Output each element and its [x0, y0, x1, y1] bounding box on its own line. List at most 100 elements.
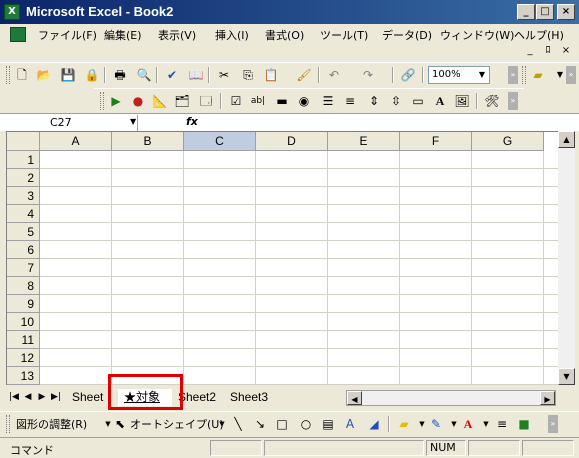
scroll-down-button[interactable]: ▼: [558, 368, 575, 385]
toolbar-options-button[interactable]: »: [566, 66, 576, 84]
formula-input[interactable]: [206, 115, 576, 131]
button-control-icon[interactable]: ▬: [274, 93, 290, 109]
insert-function-icon[interactable]: fx: [186, 115, 202, 128]
excel-app-icon[interactable]: X: [4, 4, 20, 20]
format-painter-icon[interactable]: 🖌: [296, 67, 312, 83]
next-sheet-icon[interactable]: ▶: [36, 390, 48, 404]
toolbar-grip[interactable]: [100, 92, 104, 110]
scroll-left-button[interactable]: ◀: [347, 391, 362, 405]
spelling-icon[interactable]: ✔: [164, 67, 180, 83]
menu-edit[interactable]: 編集(E): [104, 27, 142, 43]
column-header-f[interactable]: F: [400, 132, 472, 151]
chevron-down-icon[interactable]: ▼: [214, 416, 230, 432]
menu-insert[interactable]: 挿入(I): [215, 27, 249, 43]
sheet-tab[interactable]: Sheet: [66, 389, 112, 406]
combobox-control-icon[interactable]: ≡: [342, 93, 358, 109]
shadow-icon[interactable]: ■: [516, 416, 532, 432]
toolbar-options-button[interactable]: »: [508, 66, 518, 84]
new-icon[interactable]: 🗋: [14, 67, 30, 83]
select-all-corner[interactable]: [7, 132, 40, 151]
textbox-icon[interactable]: ▤: [320, 416, 336, 432]
fill-color-icon[interactable]: ▰: [530, 67, 546, 83]
line-style-icon[interactable]: ≡: [494, 416, 510, 432]
row-header-12[interactable]: 12: [7, 349, 40, 367]
arrow-icon[interactable]: ↘: [252, 416, 268, 432]
row-header-13[interactable]: 13: [7, 367, 40, 385]
print-preview-icon[interactable]: 🔍: [136, 67, 152, 83]
toggle-button-icon[interactable]: ⇕: [366, 93, 382, 109]
toolbar-grip[interactable]: [6, 415, 10, 433]
chevron-down-icon[interactable]: ▼: [478, 416, 494, 432]
column-header-c[interactable]: C: [184, 132, 256, 151]
hyperlink-icon[interactable]: 🔗: [400, 67, 416, 83]
toolbar-grip[interactable]: [522, 66, 526, 84]
chevron-down-icon[interactable]: ▼: [474, 67, 490, 83]
row-header-7[interactable]: 7: [7, 259, 40, 277]
menu-window[interactable]: ウィンドウ(W): [440, 27, 514, 43]
open-icon[interactable]: 📂: [36, 67, 52, 83]
row-header-4[interactable]: 4: [7, 205, 40, 223]
chevron-down-icon[interactable]: ▼: [130, 117, 136, 126]
textbox-control-icon[interactable]: ab|: [250, 93, 266, 109]
first-sheet-icon[interactable]: |◀: [8, 390, 20, 404]
row-header-10[interactable]: 10: [7, 313, 40, 331]
doc-close-button[interactable]: ×: [558, 44, 574, 59]
save-icon[interactable]: 💾: [60, 67, 76, 83]
more-controls-icon[interactable]: 🛠: [484, 93, 500, 109]
record-icon[interactable]: ●: [130, 93, 146, 109]
draw-menu-button[interactable]: 図形の調整(R): [16, 416, 87, 432]
menu-tools[interactable]: ツール(T): [320, 27, 368, 43]
checkbox-control-icon[interactable]: ☑: [228, 93, 244, 109]
menu-view[interactable]: 表示(V): [158, 27, 196, 43]
properties-icon[interactable]: 🗂: [174, 93, 190, 109]
view-code-icon[interactable]: 🗔: [198, 93, 214, 109]
scrollbar-control-icon[interactable]: ▭: [410, 93, 426, 109]
research-icon[interactable]: 📖: [188, 67, 204, 83]
menu-format[interactable]: 書式(O): [265, 27, 304, 43]
diagram-icon[interactable]: ◢: [366, 416, 382, 432]
column-header-b[interactable]: B: [112, 132, 184, 151]
fill-color-icon[interactable]: ▰: [396, 416, 412, 432]
horizontal-scrollbar[interactable]: ◀ ▶: [346, 390, 556, 406]
column-header-g[interactable]: G: [472, 132, 544, 151]
doc-restore-button[interactable]: ﾛ: [540, 44, 556, 59]
row-header-9[interactable]: 9: [7, 295, 40, 313]
spin-button-icon[interactable]: ⇳: [388, 93, 404, 109]
maximize-button[interactable]: □: [536, 4, 554, 20]
print-icon[interactable]: 🖶: [112, 67, 128, 83]
close-button[interactable]: ×: [557, 4, 575, 20]
toolbar-options-button[interactable]: »: [548, 415, 558, 433]
redo-icon[interactable]: ↷: [360, 67, 376, 83]
option-button-icon[interactable]: ◉: [296, 93, 312, 109]
row-header-2[interactable]: 2: [7, 169, 40, 187]
row-header-1[interactable]: 1: [7, 151, 40, 169]
design-mode-icon[interactable]: 📐: [152, 93, 168, 109]
scroll-up-button[interactable]: ▲: [558, 131, 575, 148]
listbox-control-icon[interactable]: ☰: [320, 93, 336, 109]
column-header-d[interactable]: D: [256, 132, 328, 151]
row-header-8[interactable]: 8: [7, 277, 40, 295]
row-header-11[interactable]: 11: [7, 331, 40, 349]
scroll-right-button[interactable]: ▶: [540, 391, 555, 405]
paste-icon[interactable]: 📋: [263, 67, 279, 83]
sheet-tab[interactable]: Sheet3: [226, 389, 280, 406]
toolbar-options-button[interactable]: »: [508, 92, 518, 110]
doc-icon[interactable]: [10, 27, 26, 42]
last-sheet-icon[interactable]: ▶|: [50, 390, 62, 404]
menu-help[interactable]: ヘルプ(H): [514, 27, 564, 43]
select-objects-icon[interactable]: ⬉: [112, 416, 128, 432]
row-header-6[interactable]: 6: [7, 241, 40, 259]
name-box[interactable]: C27: [2, 115, 138, 131]
font-color-icon[interactable]: A: [460, 416, 476, 432]
rectangle-icon[interactable]: □: [274, 416, 290, 432]
worksheet-grid[interactable]: ABCDEFG 1 2 3 4 5 6 7 8 9 10 11 12 13: [6, 131, 558, 385]
undo-icon[interactable]: ↶: [326, 67, 342, 83]
prev-sheet-icon[interactable]: ◀: [22, 390, 34, 404]
image-control-icon[interactable]: 🖼: [454, 93, 470, 109]
vertical-scrollbar[interactable]: ▲ ▼: [558, 131, 575, 385]
wordart-icon[interactable]: A: [342, 416, 358, 432]
menu-file[interactable]: ファイル(F): [38, 27, 97, 43]
column-header-e[interactable]: E: [328, 132, 400, 151]
cut-icon[interactable]: ✂: [216, 67, 232, 83]
label-control-icon[interactable]: A: [432, 93, 448, 109]
